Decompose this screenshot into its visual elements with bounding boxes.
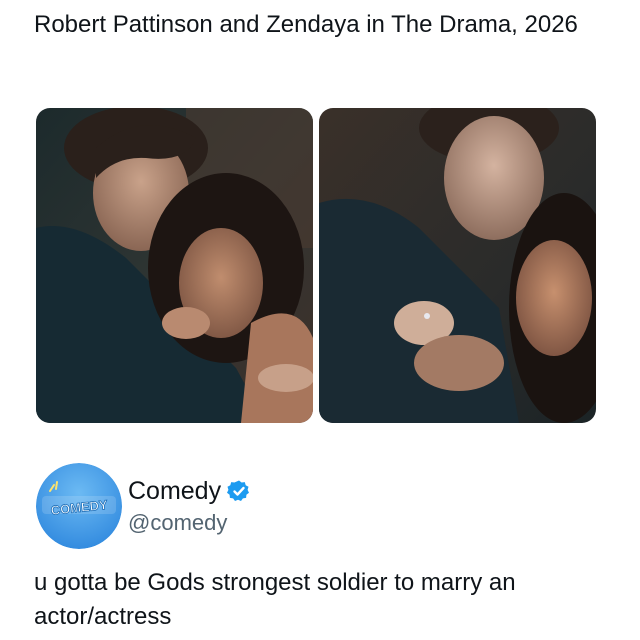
account-display-name[interactable]: Comedy: [128, 477, 221, 506]
account-name-row[interactable]: Comedy: [128, 474, 251, 508]
verified-badge-icon: [227, 480, 250, 501]
account-handle[interactable]: @comedy: [128, 510, 227, 536]
post-headline: Robert Pattinson and Zendaya in The Dram…: [34, 11, 578, 38]
comedy-avatar[interactable]: COMEDY: [36, 463, 122, 549]
comedy-logo-icon: COMEDY: [36, 463, 122, 549]
post-image-right[interactable]: [319, 108, 596, 423]
tweet-text: u gotta be Gods strongest soldier to mar…: [34, 569, 516, 630]
couple-photo-right-icon: [319, 108, 596, 423]
post-image-left[interactable]: [36, 108, 313, 423]
couple-photo-left-icon: [36, 108, 313, 423]
